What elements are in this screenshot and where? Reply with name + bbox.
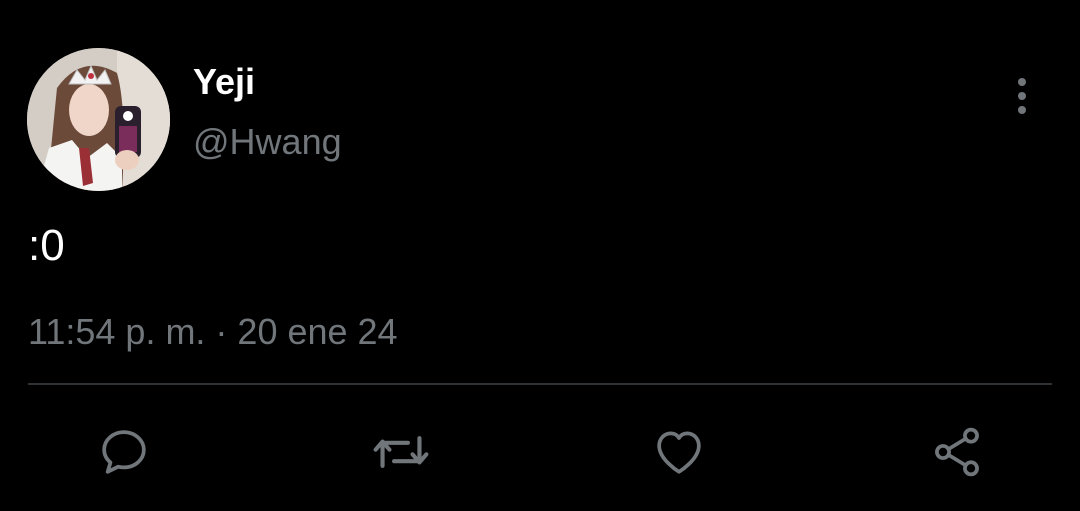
tweet-detail: Yeji @Hwang :0 11:54 p. m. · 20 ene 24: [0, 0, 1080, 511]
avatar-photo: [27, 48, 170, 191]
tweet-timestamp[interactable]: 11:54 p. m. · 20 ene 24: [28, 310, 398, 354]
retweet-icon: [373, 436, 429, 468]
more-options-button[interactable]: [1000, 72, 1044, 120]
tweet-text: :0: [28, 221, 65, 270]
user-handle[interactable]: @Hwang: [193, 120, 342, 164]
more-vertical-icon: [1018, 78, 1026, 86]
display-name[interactable]: Yeji: [193, 60, 255, 104]
like-button[interactable]: [649, 422, 709, 482]
share-icon: [935, 427, 979, 477]
avatar[interactable]: [27, 48, 170, 191]
divider: [28, 383, 1052, 385]
retweet-button[interactable]: [371, 422, 431, 482]
reply-icon: [102, 430, 146, 474]
heart-icon: [657, 431, 701, 474]
reply-button[interactable]: [94, 422, 154, 482]
share-button[interactable]: [927, 422, 987, 482]
